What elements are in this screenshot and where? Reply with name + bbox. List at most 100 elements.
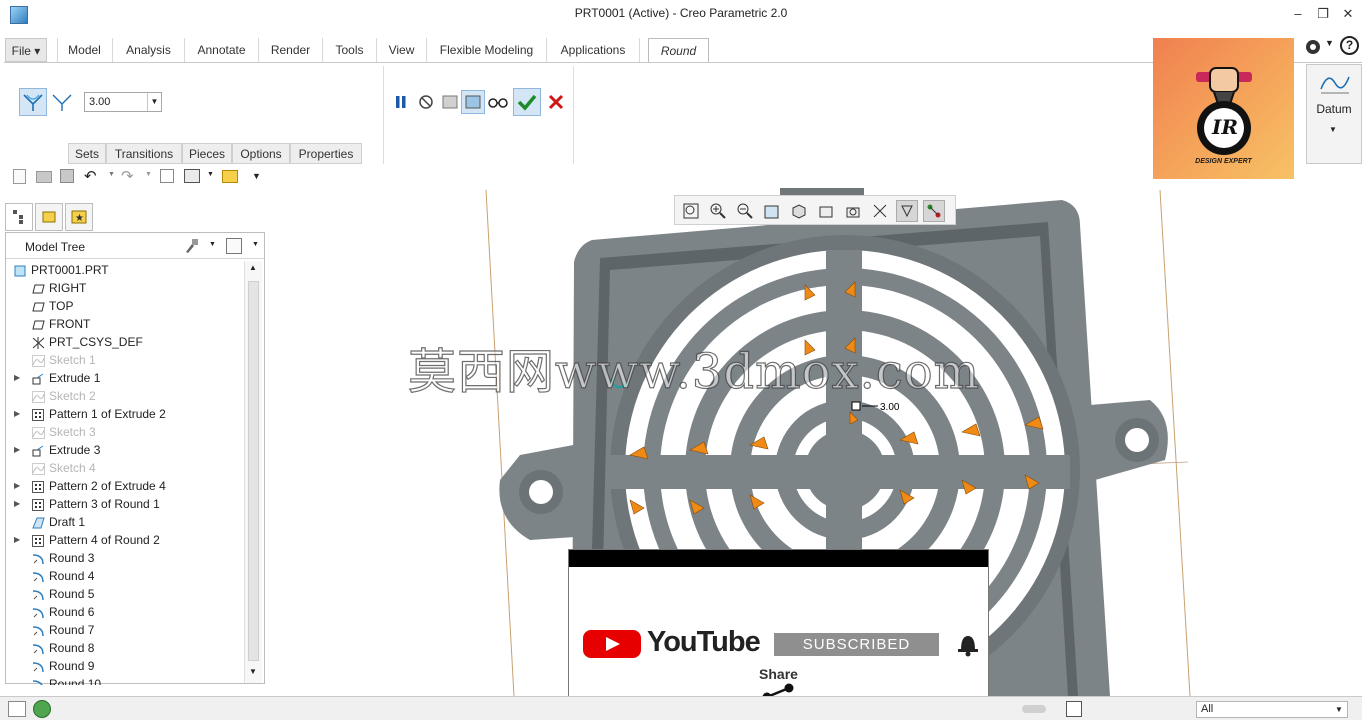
close-icon[interactable]: ✕	[1338, 6, 1358, 22]
zoom-in-icon[interactable]	[707, 200, 729, 222]
glasses-icon[interactable]	[486, 90, 510, 114]
constant-round-icon[interactable]	[19, 88, 47, 116]
tab-model[interactable]: Model	[57, 38, 111, 62]
scroll-up-icon[interactable]: ▲	[249, 263, 257, 272]
zoom-out-icon[interactable]	[734, 200, 756, 222]
model-tree-tab-icon[interactable]	[5, 203, 33, 231]
tree-item[interactable]: Round 9	[6, 657, 244, 675]
restore-icon[interactable]: ❐	[1313, 6, 1333, 22]
tree-item[interactable]: Sketch 3	[6, 423, 244, 441]
tab-round[interactable]: Round	[648, 38, 709, 63]
tree-item[interactable]: Sketch 2	[6, 387, 244, 405]
tree-item[interactable]: RIGHT	[6, 279, 244, 297]
cancel-x-icon[interactable]	[544, 90, 568, 114]
tree-item[interactable]: Sketch 1	[6, 351, 244, 369]
show-browser-icon[interactable]	[33, 700, 51, 718]
expand-arrow-icon[interactable]: ▶	[14, 441, 20, 459]
tab-view[interactable]: View	[376, 38, 426, 62]
subtab-transitions[interactable]: Transitions	[106, 143, 182, 164]
save-icon[interactable]	[60, 169, 74, 183]
pause-icon[interactable]	[389, 90, 413, 114]
round-radius-combo[interactable]: 3.00 ▼	[84, 92, 162, 112]
subtab-pieces[interactable]: Pieces	[182, 143, 232, 164]
regenerate-icon[interactable]	[160, 169, 174, 183]
bell-icon[interactable]	[953, 630, 983, 658]
new-file-icon[interactable]	[13, 169, 26, 184]
minimize-icon[interactable]: –	[1288, 6, 1308, 22]
saved-orientations-icon[interactable]	[815, 200, 837, 222]
tree-item[interactable]: Round 8	[6, 639, 244, 657]
tree-item[interactable]: ▶ Pattern 3 of Round 1	[6, 495, 244, 513]
scrollbar-thumb[interactable]	[248, 281, 259, 661]
tree-item[interactable]: Round 3	[6, 549, 244, 567]
tree-item[interactable]: Round 10	[6, 675, 244, 685]
tab-render[interactable]: Render	[258, 38, 322, 62]
customize-dropdown-icon[interactable]: ▼	[252, 171, 261, 181]
view-manager-icon[interactable]	[842, 200, 864, 222]
refit-icon[interactable]	[680, 200, 702, 222]
chevron-down-icon[interactable]: ▼	[147, 93, 161, 111]
tree-item[interactable]: Round 6	[6, 603, 244, 621]
redo-icon[interactable]: ↷	[121, 167, 134, 185]
help-icon[interactable]: ?	[1340, 36, 1359, 55]
tree-item[interactable]: Round 5	[6, 585, 244, 603]
tab-tools[interactable]: Tools	[322, 38, 376, 62]
ok-checkmark-icon[interactable]	[513, 88, 541, 116]
verify-preview-icon[interactable]	[461, 90, 485, 114]
chamfer-round-icon[interactable]	[50, 90, 74, 114]
scroll-down-icon[interactable]: ▼	[249, 667, 257, 676]
annotation-display-icon[interactable]	[896, 200, 918, 222]
model-tree-scrollbar[interactable]: ▲ ▼	[244, 261, 262, 683]
tree-item[interactable]: Round 4	[6, 567, 244, 585]
spin-center-icon[interactable]	[923, 200, 945, 222]
tree-filters-icon[interactable]	[226, 238, 242, 254]
expand-arrow-icon[interactable]: ▶	[14, 495, 20, 513]
tree-item[interactable]: Draft 1	[6, 513, 244, 531]
selection-filter-value[interactable]: All	[1201, 703, 1213, 715]
tree-item[interactable]: Sketch 4	[6, 459, 244, 477]
round-dimension-label[interactable]: 3.00	[880, 402, 899, 413]
tab-analysis[interactable]: Analysis	[112, 38, 184, 62]
tree-item[interactable]: TOP	[6, 297, 244, 315]
selection-filter-icon[interactable]	[1066, 701, 1082, 717]
show-navigator-icon[interactable]	[8, 701, 26, 717]
chevron-down-icon[interactable]: ▼	[108, 171, 115, 178]
subtab-options[interactable]: Options	[232, 143, 290, 164]
round-radius-value[interactable]: 3.00	[89, 96, 110, 108]
datum-button[interactable]: Datum ▼	[1306, 64, 1362, 164]
expand-arrow-icon[interactable]: ▶	[14, 531, 20, 549]
subtab-properties[interactable]: Properties	[290, 143, 362, 164]
expand-arrow-icon[interactable]: ▶	[14, 405, 20, 423]
subtab-sets[interactable]: Sets	[68, 143, 106, 164]
chevron-down-icon[interactable]: ▼	[1335, 705, 1343, 714]
tree-item[interactable]: ▶ Pattern 4 of Round 2	[6, 531, 244, 549]
tab-applications[interactable]: Applications	[546, 38, 640, 62]
tree-item[interactable]: ▶ Pattern 1 of Extrude 2	[6, 405, 244, 423]
favorites-tab-icon[interactable]: ★	[65, 203, 93, 231]
chevron-down-icon[interactable]: ▼	[145, 171, 152, 178]
folder-browser-tab-icon[interactable]	[35, 203, 63, 231]
tree-item[interactable]: ▶ Extrude 1	[6, 369, 244, 387]
repaint-icon[interactable]	[761, 200, 783, 222]
tab-file[interactable]: File ▾	[5, 38, 47, 62]
tree-item[interactable]: FRONT	[6, 315, 244, 333]
tab-annotate[interactable]: Annotate	[184, 38, 258, 62]
selection-filter-dropdown[interactable]: All ▼	[1196, 701, 1348, 718]
expand-arrow-icon[interactable]: ▶	[14, 477, 20, 495]
display-style-icon[interactable]	[788, 200, 810, 222]
tree-settings-icon[interactable]	[184, 238, 200, 254]
tree-item[interactable]: PRT0001.PRT	[6, 261, 244, 279]
tree-item[interactable]: ▶ Extrude 3	[6, 441, 244, 459]
windows-icon[interactable]	[184, 169, 200, 183]
subscribed-button[interactable]: SUBSCRIBED	[774, 633, 939, 656]
no-preview-icon[interactable]	[414, 90, 438, 114]
chevron-down-icon[interactable]: ▼	[1329, 125, 1337, 134]
tab-flexible-modeling[interactable]: Flexible Modeling	[426, 38, 546, 62]
preview-icon[interactable]	[438, 90, 462, 114]
chevron-down-icon[interactable]: ▼	[252, 241, 259, 248]
tree-item[interactable]: ▶ Pattern 2 of Extrude 4	[6, 477, 244, 495]
chevron-down-icon[interactable]: ▼	[1325, 38, 1334, 48]
tree-item[interactable]: Round 7	[6, 621, 244, 639]
chevron-down-icon[interactable]: ▼	[207, 171, 214, 178]
folder-icon[interactable]	[222, 170, 238, 183]
